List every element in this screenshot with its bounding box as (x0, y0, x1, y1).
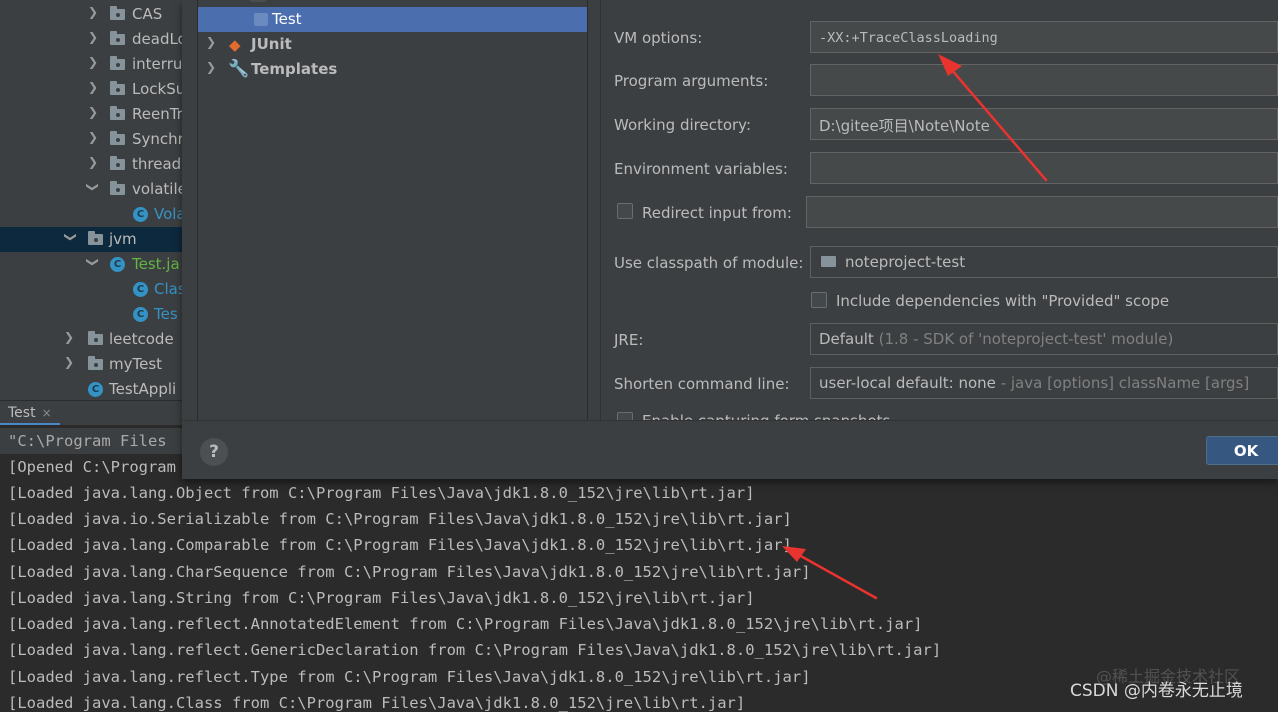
annotation-arrows (782, 54, 1048, 600)
watermark: CSDN @内卷永无止境 (1070, 681, 1243, 701)
console-arrow-line (788, 548, 878, 600)
console-arrow-head (782, 546, 806, 562)
vm-options-arrow-line (943, 60, 1048, 182)
vm-options-arrow-head (938, 54, 962, 76)
